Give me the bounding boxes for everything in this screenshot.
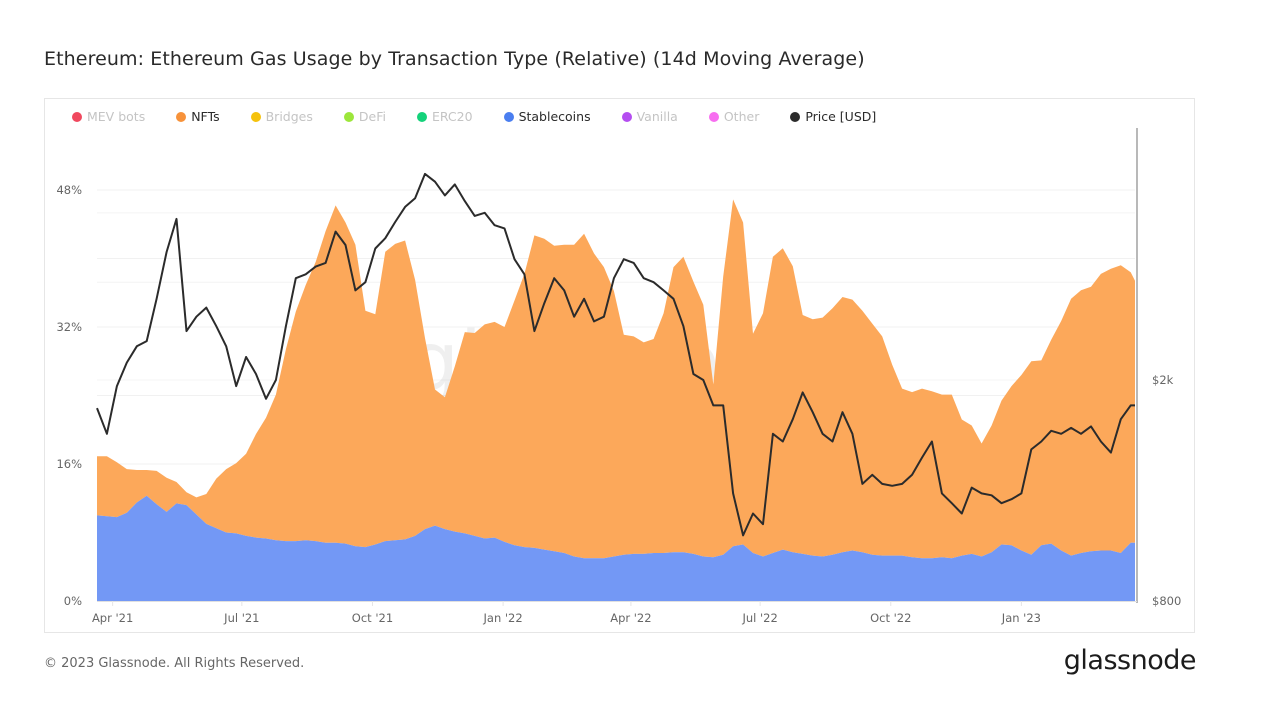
y-left-tick-label: 16% <box>56 457 82 471</box>
y-left-tick-label: 32% <box>56 320 82 334</box>
x-tick-label: Jan '23 <box>1001 611 1041 625</box>
x-tick-label: Jul '22 <box>741 611 777 625</box>
y-right-tick-label: $2k <box>1152 373 1174 387</box>
copyright-footer: © 2023 Glassnode. All Rights Reserved. <box>44 656 305 671</box>
chart-svg: glassnode0%16%32%48%$800$2kApr '21Jul '2… <box>56 128 1181 625</box>
x-tick-label: Apr '21 <box>92 611 133 625</box>
x-tick-label: Oct '21 <box>352 611 393 625</box>
x-tick-label: Jan '22 <box>483 611 523 625</box>
glassnode-logo: glassnode <box>1063 645 1197 676</box>
x-tick-label: Apr '22 <box>610 611 651 625</box>
y-left-tick-label: 48% <box>56 183 82 197</box>
series-area-nfts <box>97 199 1135 559</box>
x-tick-label: Oct '22 <box>870 611 911 625</box>
x-tick-label: Jul '21 <box>223 611 259 625</box>
y-right-tick-label: $800 <box>1152 594 1181 608</box>
y-left-tick-label: 0% <box>64 594 82 608</box>
